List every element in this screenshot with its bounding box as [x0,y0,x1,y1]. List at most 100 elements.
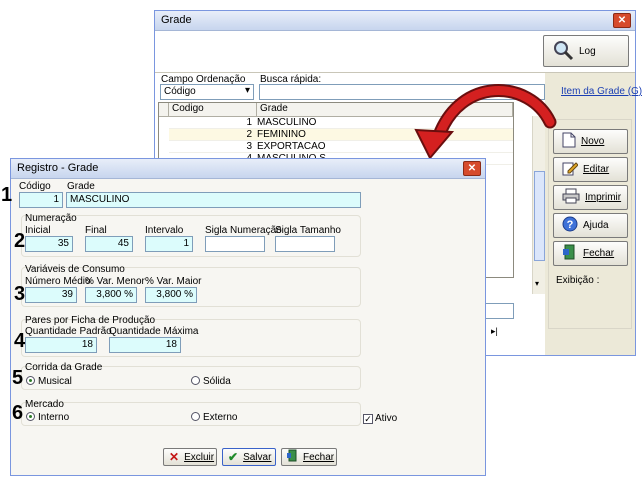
grade-window-close-button[interactable]: ✕ [613,13,631,28]
ajuda-button[interactable]: ? Ajuda [553,213,628,238]
var-menor-field[interactable]: 3,800 % [85,287,137,303]
numero-medio-field[interactable]: 39 [25,287,77,303]
item-da-grade-link[interactable]: Item da Grade (G) [561,86,642,97]
annotation-number: 4 [14,330,26,352]
help-icon: ? [562,216,578,235]
pares-group-label: Pares por Ficha de Produção [25,315,156,326]
row-codigo: 2 [246,129,252,140]
grid-corner [159,103,169,117]
row-grade: EXPORTACAO [257,141,326,152]
grade-field[interactable]: MASCULINO [66,192,361,208]
ativo-checkbox[interactable]: ✓ Ativo [363,413,397,424]
checkmark-icon: ✔ [228,450,239,464]
salvar-label: Salvar [243,451,272,463]
campo-ordenacao-value: Código [164,86,196,97]
dialog-titlebar: Registro - Grade ✕ [11,159,485,179]
imprimir-label: Imprimir [585,192,622,203]
solida-radio[interactable]: Sólida [191,376,231,387]
interno-radio[interactable]: Interno [26,412,69,423]
campo-ordenacao-select[interactable]: Código ▾ [160,84,254,100]
mercado-group-label: Mercado [25,399,64,410]
numero-medio-label: Número Médio [25,276,91,287]
final-label: Final [85,225,107,236]
scrollbar-thumb[interactable] [534,171,545,261]
exit-door-icon [287,449,298,465]
intervalo-field[interactable]: 1 [145,236,193,252]
qtd-maxima-label: Quantidade Máxima [109,326,199,337]
exit-door-icon [562,244,578,263]
edit-pencil-icon [562,160,579,179]
row-codigo: 1 [246,117,252,128]
grid-header-codigo[interactable]: Codigo [169,103,257,117]
curved-arrow-icon [414,84,557,160]
imprimir-button[interactable]: Imprimir [553,185,628,210]
interno-label: Interno [38,412,70,423]
fechar-button[interactable]: Fechar [553,241,628,266]
musical-radio[interactable]: Musical [26,376,72,387]
annotation-number: 3 [14,283,26,305]
solida-label: Sólida [203,376,231,387]
log-button[interactable]: Log [543,35,629,67]
row-grade: FEMININO [257,129,306,140]
radio-selected-icon [26,376,35,385]
externo-label: Externo [203,412,238,423]
magnifier-icon [552,39,574,64]
editar-button[interactable]: Editar [553,157,628,182]
sigla-tamanho-field[interactable] [275,236,335,252]
checkbox-checked-icon: ✓ [363,414,373,424]
grade-label: Grade [67,181,95,192]
variaveis-group-label: Variáveis de Consumo [25,264,125,275]
codigo-label: Código [19,181,51,192]
grade-window-title: Grade [161,14,192,26]
new-document-icon [562,132,576,151]
radio-unselected-icon [191,376,200,385]
dialog-fechar-button[interactable]: Fechar [281,448,337,466]
qtd-maxima-field[interactable]: 18 [109,337,181,353]
var-menor-label: % Var. Menor [85,276,145,287]
excluir-button[interactable]: ✕ Excluir [163,448,217,466]
sigla-tamanho-label: Sigla Tamanho [275,225,341,236]
dialog-fechar-label: Fechar [303,451,335,463]
grade-window-titlebar: Grade ✕ [155,11,635,31]
salvar-button[interactable]: ✔ Salvar [222,448,276,466]
nav-last-button[interactable]: ▸| [491,326,498,337]
row-codigo: 3 [246,141,252,152]
printer-icon [562,188,580,207]
svg-text:?: ? [567,219,574,231]
registro-grade-dialog: Registro - Grade ✕ Código Grade 1 MASCUL… [10,158,486,476]
grade-toolbar: Log [155,31,635,73]
editar-label: Editar [583,164,610,175]
externo-radio[interactable]: Externo [191,412,237,423]
final-field[interactable]: 45 [85,236,133,252]
scroll-down-icon[interactable]: ▾ [535,279,539,288]
annotation-number: 2 [14,230,26,252]
excluir-label: Excluir [184,451,215,463]
fechar-label: Fechar [583,248,615,259]
var-maior-field[interactable]: 3,800 % [145,287,197,303]
qtd-padrao-field[interactable]: 18 [25,337,97,353]
corrida-group-label: Corrida da Grade [25,362,103,373]
annotation-number: 1 [1,184,13,206]
inicial-label: Inicial [25,225,51,236]
exibicao-label: Exibição : [556,275,600,286]
intervalo-label: Intervalo [145,225,184,236]
sigla-numeracao-label: Sigla Numeração [205,225,282,236]
var-maior-label: % Var. Maior [145,276,202,287]
delete-x-icon: ✕ [169,450,180,464]
sigla-numeracao-field[interactable] [205,236,265,252]
novo-button[interactable]: Novo [553,129,628,154]
codigo-field[interactable]: 1 [19,192,63,208]
novo-label: Novo [581,136,605,147]
radio-selected-icon [26,412,35,421]
qtd-padrao-label: Quantidade Padrão [25,326,112,337]
musical-label: Musical [38,376,72,387]
inicial-field[interactable]: 35 [25,236,73,252]
dialog-close-button[interactable]: ✕ [463,161,481,176]
numeracao-group-label: Numeração [25,213,77,224]
dialog-title: Registro - Grade [17,162,99,174]
ajuda-label: Ajuda [583,220,609,231]
chevron-down-icon: ▾ [244,85,250,96]
annotation-number: 5 [12,367,24,389]
row-grade: MASCULINO [257,117,317,128]
ativo-label: Ativo [375,413,398,424]
